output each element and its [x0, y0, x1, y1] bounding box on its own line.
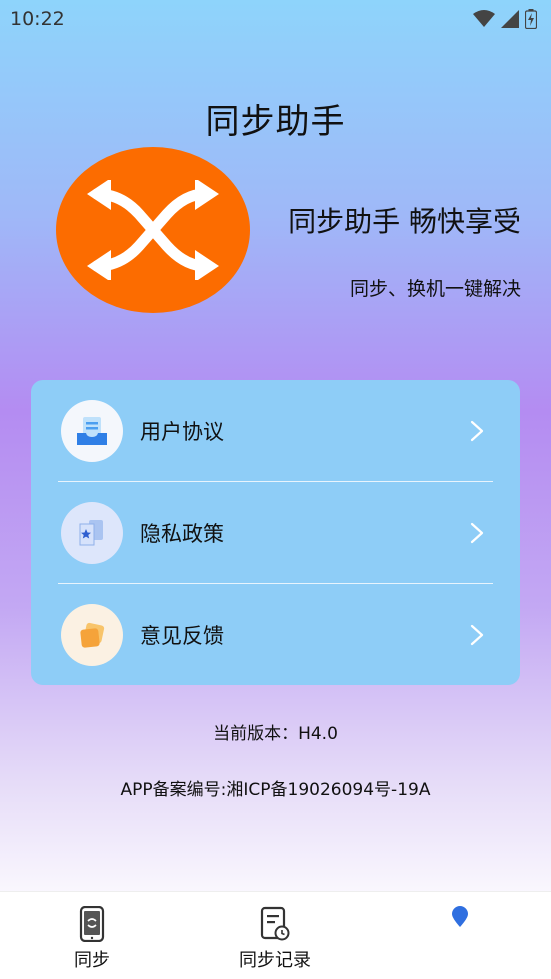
menu-item-user-agreement[interactable]: 用户协议 [31, 380, 520, 482]
menu-item-privacy-policy[interactable]: 隐私政策 [31, 482, 520, 584]
menu-label-user-agreement: 用户协议 [140, 420, 224, 444]
app-logo [56, 147, 250, 313]
menu-label-privacy-policy: 隐私政策 [140, 522, 224, 546]
bottom-tab-bar: 同步 同步记录 [0, 891, 551, 979]
tab-location[interactable] [430, 892, 490, 979]
shuffle-icon [87, 180, 219, 280]
version-text: 当前版本：H4.0 [213, 724, 338, 744]
chevron-right-icon [470, 420, 484, 442]
menu-card: 用户协议 隐私政策 意见反馈 [31, 380, 520, 685]
feedback-note-icon [61, 604, 123, 666]
menu-item-feedback[interactable]: 意见反馈 [31, 584, 520, 686]
status-time: 10:22 [10, 8, 65, 30]
privacy-folder-icon [61, 502, 123, 564]
tab-sync-record-label: 同步记录 [239, 950, 311, 971]
status-icons [473, 9, 537, 29]
battery-icon [525, 9, 537, 29]
status-bar: 10:22 [0, 0, 551, 38]
menu-label-feedback: 意见反馈 [140, 624, 224, 648]
location-dot-icon [452, 906, 468, 927]
chevron-right-icon [470, 624, 484, 646]
signal-icon [501, 10, 519, 28]
icp-record-text: APP备案编号:湘ICP备19026094号-19A [120, 780, 431, 800]
document-tray-icon [61, 400, 123, 462]
wifi-icon [473, 10, 495, 27]
tab-sync-record[interactable]: 同步记录 [225, 892, 325, 979]
tab-sync[interactable]: 同步 [52, 892, 132, 979]
app-title: 同步助手 [205, 102, 346, 142]
chevron-right-icon [470, 522, 484, 544]
phone-sync-icon [79, 906, 105, 942]
sub-slogan: 同步、换机一键解决 [349, 278, 521, 300]
tab-sync-label: 同步 [74, 950, 110, 971]
slogan: 同步助手 畅快享受 [288, 205, 521, 238]
record-clock-icon [260, 906, 290, 941]
